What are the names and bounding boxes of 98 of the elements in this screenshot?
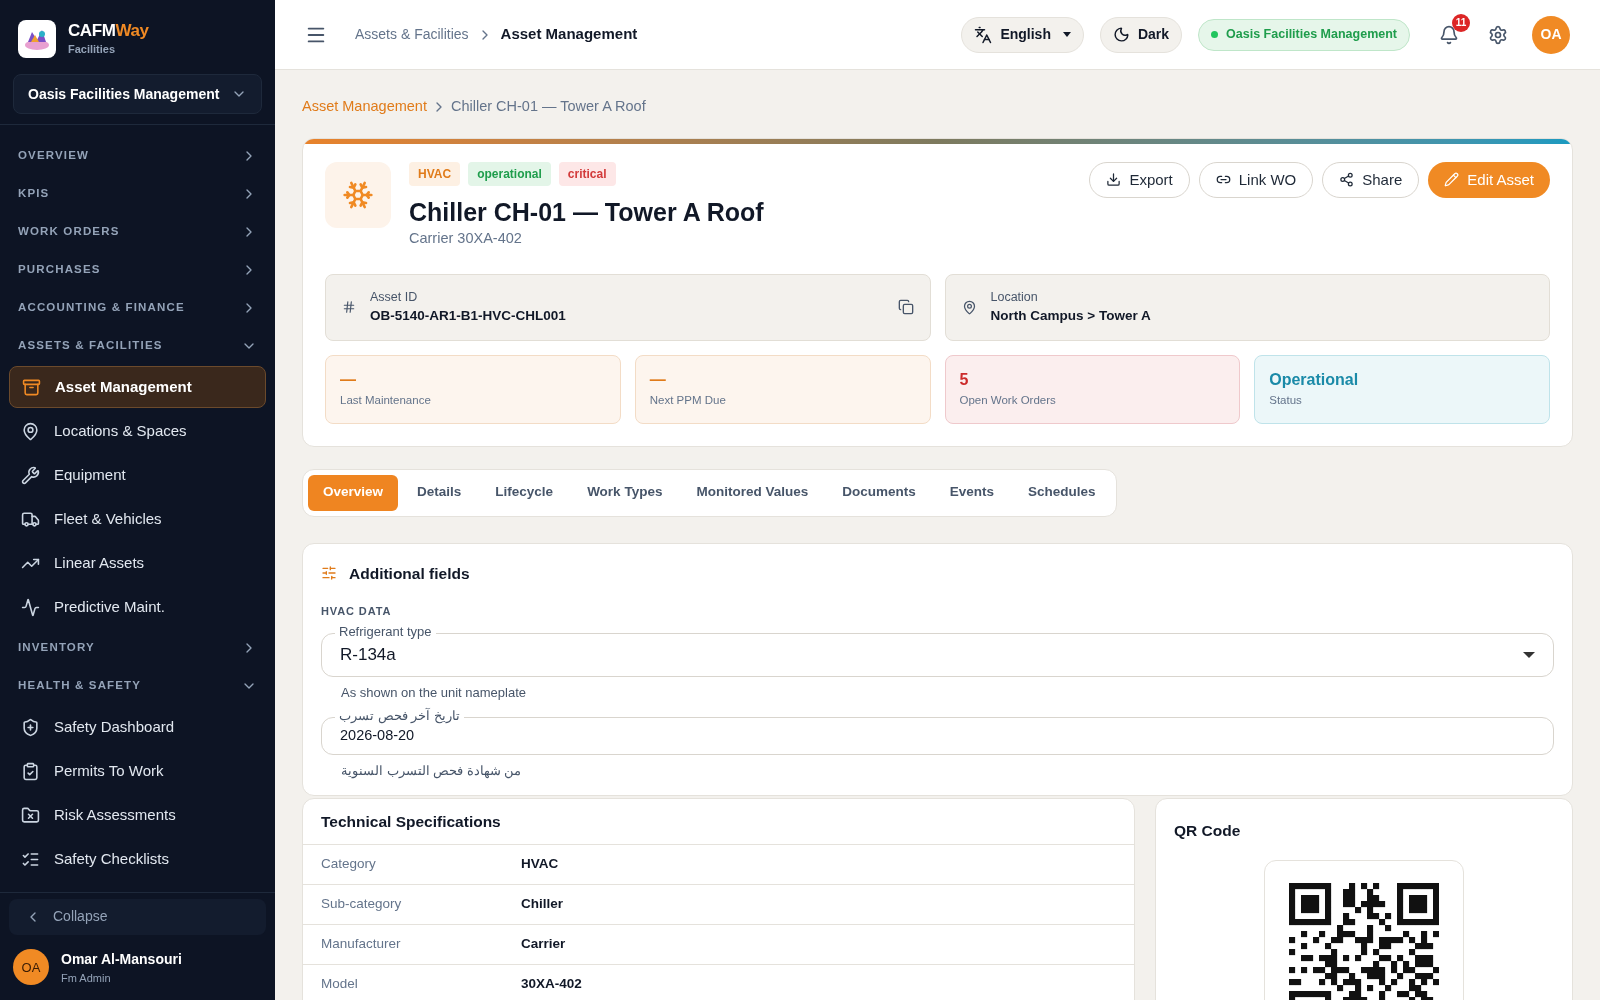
- nav-icon: [21, 465, 40, 485]
- nav-icon: [21, 509, 40, 529]
- notifications-icon[interactable]: [1439, 24, 1459, 45]
- field-label: Location: [990, 288, 1039, 306]
- hash-icon: [342, 300, 356, 314]
- theme-toggle[interactable]: Dark: [1099, 16, 1183, 53]
- section-title: Technical Specifications: [321, 811, 501, 832]
- user-avatar: OA: [13, 949, 49, 986]
- share-icon: [1339, 172, 1355, 188]
- tab[interactable]: Details: [402, 474, 477, 511]
- nav-section[interactable]: ASSETS & FACILITIES: [9, 327, 266, 365]
- spec-label: Category: [321, 855, 377, 874]
- nav-section[interactable]: WORK ORDERS: [9, 213, 266, 251]
- tab[interactable]: Monitored Values: [681, 474, 824, 511]
- field-value: 2026-08-20: [340, 726, 415, 746]
- nav-icon: [22, 377, 41, 397]
- helper-text: من شهادة فحص التسرب السنوية: [341, 762, 522, 781]
- settings-icon[interactable]: [1488, 24, 1508, 45]
- spec-value: 30XA-402: [521, 975, 582, 994]
- nav-section[interactable]: PURCHASES: [9, 251, 266, 289]
- nav-icon: [21, 717, 40, 737]
- nav-item[interactable]: Asset Management: [9, 366, 266, 408]
- collapse-button[interactable]: Collapse: [9, 898, 266, 935]
- stat-value: —: [340, 370, 357, 391]
- spec-value: Carrier: [521, 935, 566, 954]
- asset-tag: HVAC: [409, 161, 461, 186]
- action-button[interactable]: Export: [1089, 161, 1190, 198]
- stat-label: Status: [1269, 393, 1303, 409]
- stat-label: Next PPM Due: [649, 393, 727, 409]
- pin-icon: [961, 299, 977, 315]
- organization-selector[interactable]: Oasis Facilities Management: [13, 74, 262, 114]
- sliders-icon: [321, 565, 337, 582]
- download-icon: [1106, 172, 1122, 188]
- language-selector[interactable]: English: [961, 16, 1084, 53]
- notification-count: 11: [1452, 13, 1470, 32]
- brand-subtitle: Facilities: [68, 41, 117, 57]
- user-name: Omar Al-Mansouri: [61, 949, 182, 969]
- user-role: Fm Admin: [61, 970, 112, 986]
- nav-section[interactable]: KPIS: [9, 175, 266, 213]
- tab[interactable]: Lifecycle: [480, 474, 569, 511]
- stat-value: —: [649, 370, 667, 391]
- tab[interactable]: Schedules: [1013, 474, 1111, 511]
- field-label: Asset ID: [370, 288, 419, 306]
- stat-label: Open Work Orders: [959, 393, 1057, 409]
- nav-item[interactable]: Risk Assessments: [9, 794, 266, 836]
- nav-icon: [21, 805, 40, 825]
- tab[interactable]: Documents: [827, 474, 931, 511]
- nav-item[interactable]: Safety Checklists: [9, 838, 266, 880]
- nav-item[interactable]: Permits To Work: [9, 750, 266, 792]
- breadcrumb-current: Asset Management: [500, 24, 638, 45]
- action-button[interactable]: Link WO: [1198, 161, 1314, 198]
- spec-label: Sub-category: [321, 895, 403, 914]
- nav-icon: [21, 761, 40, 781]
- nav-item[interactable]: Fleet & Vehicles: [9, 498, 266, 540]
- copy-icon[interactable]: [897, 299, 914, 315]
- asset-id-value: OB-5140-AR1-B1-HVC-CHL001: [370, 307, 567, 326]
- caret-icon: [1062, 32, 1071, 37]
- section-title: QR Code: [1174, 820, 1242, 841]
- spec-value: Chiller: [521, 895, 563, 914]
- nav-item[interactable]: Safety Dashboard: [9, 706, 266, 748]
- group-label: HVAC DATA: [321, 603, 392, 619]
- stat-value: 5: [959, 370, 970, 391]
- moon-icon: [1112, 26, 1130, 43]
- stat-value: Operational: [1269, 370, 1360, 391]
- breadcrumb-current: Chiller CH-01 — Tower A Roof: [450, 97, 646, 116]
- asset-title: Chiller CH-01 — Tower A Roof: [409, 196, 765, 228]
- organization-status: Oasis Facilities Management: [1198, 18, 1410, 51]
- stat-label: Last Maintenance: [340, 393, 432, 409]
- field-label: تاريخ آخر فحص تسرب: [335, 707, 464, 726]
- nav-icon: [21, 597, 40, 617]
- nav-item[interactable]: Predictive Maint.: [9, 586, 266, 628]
- dropdown-caret-icon: [1523, 651, 1535, 658]
- spec-value: HVAC: [521, 855, 559, 874]
- asset-tag: critical: [558, 161, 616, 186]
- nav-item[interactable]: Locations & Spaces: [9, 410, 266, 452]
- spec-label: Manufacturer: [321, 935, 402, 954]
- location-value: North Campus > Tower A: [990, 307, 1152, 326]
- asset-tag: operational: [468, 161, 551, 186]
- helper-text: As shown on the unit nameplate: [341, 683, 526, 702]
- nav-section[interactable]: ACCOUNTING & FINANCE: [9, 289, 266, 327]
- translate-icon: [974, 25, 993, 44]
- nav-section[interactable]: HEALTH & SAFETY: [9, 667, 266, 705]
- tab[interactable]: Events: [934, 474, 1009, 511]
- spec-label: Model: [321, 975, 359, 994]
- section-title: Additional fields: [349, 563, 470, 584]
- tab[interactable]: Work Types: [572, 474, 678, 511]
- pencil-icon: [1444, 172, 1460, 188]
- nav-item[interactable]: Equipment: [9, 454, 266, 496]
- breadcrumb-link[interactable]: Assets & Facilities: [355, 24, 469, 45]
- brand-name: CAFMWay: [68, 20, 149, 41]
- nav-section[interactable]: INVENTORY: [9, 629, 266, 667]
- logo-icon: [18, 20, 56, 58]
- field-value: R-134a: [340, 644, 396, 666]
- action-button[interactable]: Share: [1322, 161, 1420, 198]
- nav-section[interactable]: OVERVIEW: [9, 137, 266, 175]
- nav-item[interactable]: Linear Assets: [9, 542, 266, 584]
- asset-model: Carrier 30XA-402: [409, 228, 523, 248]
- nav-icon: [21, 421, 40, 441]
